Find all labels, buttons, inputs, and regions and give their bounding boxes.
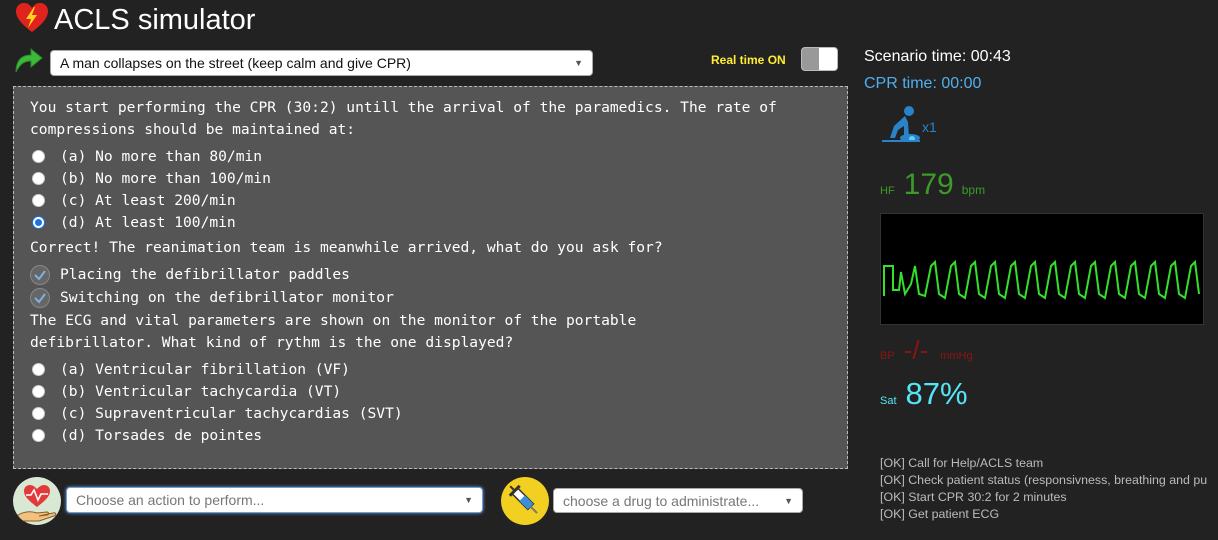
option-row[interactable]: (a) Ventricular fibrillation (VF) [30,358,831,380]
radio-button[interactable] [32,428,45,442]
bp-unit: mmHg [940,350,973,362]
question-2: The ECG and vital parameters are shown o… [30,312,637,351]
monitor-panel: Scenario time: 00:43 CPR time: 00:00 x1 … [864,0,1218,540]
action-log: [OK] Call for Help/ACLS team [OK] Check … [880,455,1218,523]
question-panel: You start performing the CPR (30:2) unti… [13,86,848,469]
option-row[interactable]: (b) Ventricular tachycardia (VT) [30,380,831,402]
checkmark-icon[interactable] [30,287,50,308]
action-select-placeholder: Choose an action to perform... [76,492,265,508]
radio-button[interactable] [32,171,45,185]
hf-readout: HF 179 bpm [880,168,985,202]
hf-label: HF [880,185,895,197]
option-label: (d) At least 100/min [60,213,236,231]
chevron-down-icon: ▼ [574,57,583,68]
action-bar: Choose an action to perform... ▼ choose … [13,477,843,527]
option-label: (b) No more than 100/min [60,169,271,187]
question-1: You start performing the CPR (30:2) unti… [30,99,777,138]
realtime-label: Real time ON [711,53,786,67]
option-row[interactable]: (c) Supraventricular tachycardias (SVT) [30,402,831,424]
option-row[interactable]: (b) No more than 100/min [30,167,831,189]
bp-label: BP [880,350,895,362]
log-entry: [OK] Get patient ECG [880,507,1000,521]
chevron-down-icon: ▼ [784,495,793,506]
cpr-person-icon[interactable] [880,104,922,144]
option-label: (c) Supraventricular tachycardias (SVT) [60,404,403,422]
sat-label: Sat [880,395,897,407]
request-label: Switching on the defibrillator monitor [60,289,394,306]
scenario-row: A man collapses on the street (keep calm… [12,46,593,79]
scenario-select[interactable]: A man collapses on the street (keep calm… [50,49,593,76]
cpr-count: x1 [922,119,937,135]
hf-value: 179 [903,168,954,201]
green-arrow-icon[interactable] [12,46,44,79]
log-entry: [OK] Check patient status (responsivness… [880,473,1208,487]
checkmark-icon[interactable] [30,264,50,285]
radio-button[interactable] [32,193,45,207]
radio-button[interactable] [32,406,45,420]
scenario-time: Scenario time: 00:43 [864,48,1011,65]
option-label: (d) Torsades de pointes [60,426,263,444]
bp-readout: BP -/- mmHg [880,335,973,366]
sat-readout: Sat 87% [880,376,968,412]
request-row[interactable]: Placing the defibrillator paddles [30,263,831,286]
ecg-trace [883,259,1200,300]
sat-value: 87% [905,376,968,411]
radio-button[interactable] [32,149,45,163]
request-row[interactable]: Switching on the defibrillator monitor [30,286,831,309]
request-label: Placing the defibrillator paddles [60,266,350,283]
ecg-waveform [883,259,1200,300]
realtime-toggle[interactable] [801,47,838,71]
option-label: (b) Ventricular tachycardia (VT) [60,382,342,400]
action-select[interactable]: Choose an action to perform... ▼ [66,487,483,513]
option-row[interactable]: (c) At least 200/min [30,189,831,211]
option-row[interactable]: (d) Torsades de pointes [30,424,831,446]
cpr-time: CPR time: 00:00 [864,75,982,92]
toggle-track [802,48,820,70]
option-row[interactable]: (d) At least 100/min [30,211,831,233]
chevron-down-icon: ▼ [464,495,473,505]
drug-select[interactable]: choose a drug to administrate... ▼ [553,488,803,513]
syringe-icon[interactable] [501,477,549,525]
option-label: (c) At least 200/min [60,191,236,209]
radio-button[interactable] [32,384,45,398]
scenario-select-value: A man collapses on the street (keep calm… [60,54,411,71]
ecg-monitor [880,213,1204,325]
radio-button-checked[interactable] [32,215,45,229]
feedback-text: Correct! The reanimation team is meanwhi… [30,239,663,256]
heart-lightning-icon [14,2,50,39]
option-row[interactable]: (a) No more than 80/min [30,145,831,167]
option-label: (a) Ventricular fibrillation (VF) [60,360,350,378]
heart-hand-icon[interactable] [13,477,61,525]
radio-button[interactable] [32,362,45,376]
log-entry: [OK] Call for Help/ACLS team [880,456,1044,470]
app-title: ACLS simulator [14,2,255,38]
bp-value: -/- [903,335,929,365]
toggle-knob [819,48,837,70]
log-entry: [OK] Start CPR 30:2 for 2 minutes [880,490,1067,504]
app-title-text: ACLS simulator [54,3,256,36]
drug-select-placeholder: choose a drug to administrate... [563,492,760,509]
option-label: (a) No more than 80/min [60,147,263,165]
hf-unit: bpm [961,183,986,197]
